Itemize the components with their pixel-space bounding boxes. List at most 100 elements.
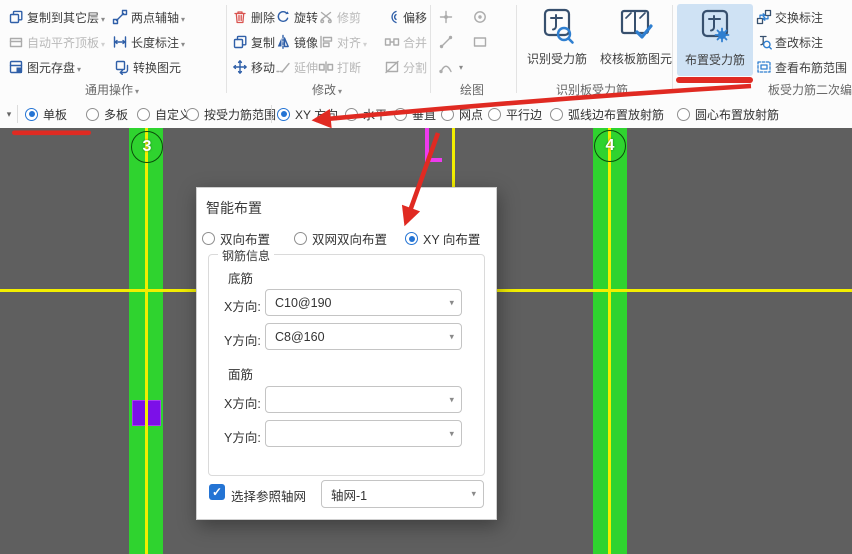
extend-label: 延伸 <box>294 60 319 75</box>
toolbar-dropdown-icon[interactable] <box>2 101 16 127</box>
ribbon-separator <box>226 5 227 93</box>
trim-label: 修剪 <box>337 10 362 25</box>
mode-option-parallel-edge[interactable]: 平行边 <box>488 101 542 127</box>
mode-option-label: XY 方向 <box>295 107 339 122</box>
top-rebar-label: 面筋 <box>228 368 254 382</box>
bottom-rebar-label: 底筋 <box>228 272 254 286</box>
scope-option-label: 单板 <box>43 107 68 122</box>
offset-button[interactable]: 偏移 <box>384 7 427 27</box>
copy-to-other-layers-label: 复制到其它层 <box>27 9 105 26</box>
offset-icon <box>391 10 397 24</box>
bottom-x-combobox[interactable]: C10@190 <box>265 289 462 316</box>
rotate-label: 旋转 <box>294 10 319 25</box>
axis-number: 4 <box>605 137 615 154</box>
option-two-way[interactable]: 双向布置 <box>202 229 270 248</box>
convert-element-button[interactable]: 转换图元 <box>114 57 181 77</box>
break-label: 打断 <box>337 60 362 75</box>
scope-option-custom[interactable]: 自定义 <box>137 101 191 127</box>
option-label: 双网双向布置 <box>312 233 388 247</box>
save-element-button[interactable]: 图元存盘 <box>8 57 81 77</box>
check-rebar-elements-button[interactable]: 校核板筋图元 <box>597 3 675 75</box>
copy-icon <box>9 10 23 24</box>
arrange-rebar-button[interactable]: 布置受力筋 <box>677 4 753 76</box>
draw-rect-tool[interactable] <box>472 32 488 52</box>
radio-icon <box>202 232 215 245</box>
option-xy-arrange[interactable]: XY 向布置 <box>405 229 480 248</box>
copy-to-other-layers-button[interactable]: 复制到其它层 <box>8 7 105 27</box>
break-icon <box>318 61 334 74</box>
mode-option-horizontal[interactable]: 水平 <box>345 101 387 127</box>
group-label-draw[interactable]: 绘图 <box>460 81 484 98</box>
two-point-aux-axis-button[interactable]: 两点辅轴 <box>112 7 185 27</box>
move-label: 移动 <box>251 60 276 75</box>
draw-arc-tool[interactable] <box>438 57 463 77</box>
move-icon <box>233 60 247 74</box>
reference-grid-checkbox[interactable] <box>209 484 225 500</box>
two-point-aux-axis-label: 两点辅轴 <box>131 9 185 26</box>
reference-grid-combobox[interactable]: 轴网-1 <box>321 480 484 508</box>
move-button[interactable]: 移动 <box>232 57 275 77</box>
split-label: 分割 <box>403 60 428 75</box>
copy-button[interactable]: 复制 <box>232 32 275 52</box>
save-element-label: 图元存盘 <box>27 59 81 76</box>
arrange-rebar-label: 布置受力筋 <box>684 53 745 67</box>
axis-bubble-3: 3 <box>131 131 163 163</box>
align-button: 对齐 <box>318 32 367 52</box>
identify-rebar-icon <box>543 8 574 44</box>
merge-button: 合并 <box>384 32 427 52</box>
swap-annotation-button[interactable]: 交换标注 <box>756 7 823 27</box>
rotate-button[interactable]: 旋转 <box>275 7 318 27</box>
length-annotation-button[interactable]: 长度标注 <box>112 32 185 52</box>
scope-option-single-board[interactable]: 单板 <box>25 101 67 127</box>
trim-button: 修剪 <box>318 7 361 27</box>
delete-button[interactable]: 删除 <box>232 7 275 27</box>
trash-icon <box>234 11 246 24</box>
group-label-modify[interactable]: 修改 <box>312 81 342 98</box>
merge-label: 合并 <box>403 35 428 50</box>
draw-line-tool[interactable] <box>438 32 454 52</box>
mode-option-xy-direction[interactable]: XY 方向 <box>277 101 338 127</box>
draw-point-tool[interactable] <box>438 7 454 27</box>
length-annotation-label: 长度标注 <box>131 34 185 51</box>
check-annotation-label: 查改标注 <box>775 35 824 50</box>
scope-option-multi-board[interactable]: 多板 <box>86 101 128 127</box>
delete-label: 删除 <box>251 10 276 25</box>
top-y-combobox[interactable] <box>265 420 462 447</box>
mode-option-label: 平行边 <box>506 107 543 122</box>
magenta-element-horizontal[interactable] <box>425 158 442 162</box>
axis-number: 3 <box>142 138 152 155</box>
mode-option-grid-point[interactable]: 网点 <box>441 101 483 127</box>
dialog-title: 智能布置 <box>206 200 262 216</box>
swap-annotation-icon <box>756 9 772 25</box>
group-label-identify: 识别板受力筋 <box>556 83 629 97</box>
mirror-icon <box>277 34 289 50</box>
group-label-general[interactable]: 通用操作 <box>85 81 139 98</box>
bottom-y-combobox[interactable]: C8@160 <box>265 323 462 350</box>
radio-icon <box>137 107 150 121</box>
radio-icon <box>394 107 407 121</box>
rebar-info-legend: 钢筋信息 <box>218 247 275 264</box>
radio-icon <box>294 232 307 245</box>
check-rebar-elements-label: 校核板筋图元 <box>599 52 672 66</box>
view-rebar-range-button[interactable]: 查看布筋范围 <box>756 57 847 77</box>
extend-icon <box>276 62 290 73</box>
mode-option-center-radial[interactable]: 圆心布置放射筋 <box>677 101 779 127</box>
mode-option-label: 水平 <box>363 107 388 122</box>
mode-option-vertical[interactable]: 垂直 <box>394 101 436 127</box>
magenta-element-vertical[interactable] <box>425 128 429 162</box>
bottom-y-label: Y方向: <box>224 334 261 348</box>
radio-icon <box>86 107 99 121</box>
top-x-combobox[interactable] <box>265 386 462 413</box>
copy-icon <box>233 35 247 49</box>
option-double-net-two-way[interactable]: 双网双向布置 <box>294 229 387 248</box>
aux-axis-icon <box>112 9 128 25</box>
draw-circle-tool[interactable] <box>472 7 488 27</box>
identify-rebar-button[interactable]: 识别受力筋 <box>518 3 596 75</box>
scope-option-by-rebar-range[interactable]: 按受力筋范围 <box>186 101 276 127</box>
align-label: 对齐 <box>337 34 367 51</box>
check-annotation-button[interactable]: 查改标注 <box>756 32 823 52</box>
view-rebar-range-label: 查看布筋范围 <box>775 60 848 75</box>
mode-option-arc-edge-radial[interactable]: 弧线边布置放射筋 <box>550 101 664 127</box>
radio-icon <box>25 107 38 121</box>
mirror-button[interactable]: 镜像 <box>275 32 318 52</box>
